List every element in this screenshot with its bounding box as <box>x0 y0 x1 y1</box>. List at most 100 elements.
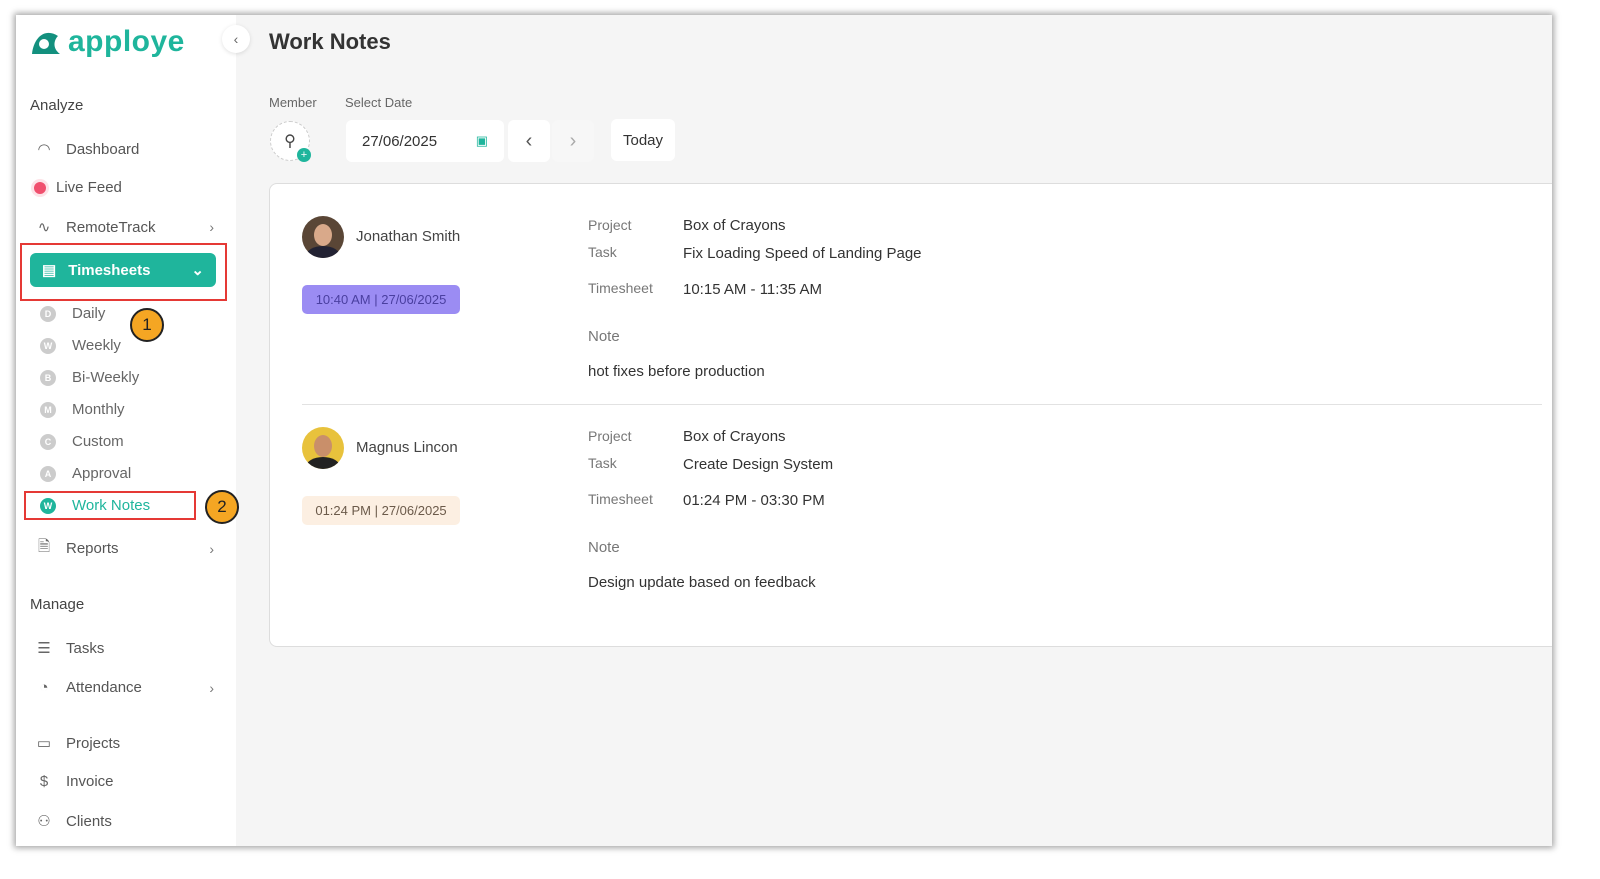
sidebar-item-invoice[interactable]: $ Invoice <box>34 773 214 790</box>
main-content: Work Notes Member Select Date ⚲+ 27/06/2… <box>236 15 1552 846</box>
letter-icon: M <box>40 402 56 418</box>
subitem-label: Custom <box>72 433 124 450</box>
file-icon: ▭ <box>34 734 54 752</box>
chevron-right-icon: › <box>209 541 214 557</box>
sidebar-item-dashboard[interactable]: ◠ Dashboard <box>34 140 214 158</box>
member-name: Jonathan Smith <box>356 228 460 245</box>
letter-icon: B <box>40 370 56 386</box>
apploye-logo-icon <box>30 28 62 56</box>
highlight-box-work-notes <box>24 491 196 520</box>
sidebar-item-tasks[interactable]: ☰ Tasks <box>34 639 214 657</box>
list-icon: ☰ <box>34 639 54 657</box>
app-window: apploye Analyze ◠ Dashboard Live Feed ∿ Re… <box>16 15 1552 846</box>
subitem-label: Approval <box>72 465 131 482</box>
timesheet-label: Timesheet <box>588 491 653 507</box>
avatar <box>302 427 344 469</box>
subitem-label: Weekly <box>72 337 121 354</box>
project-value: Box of Crayons <box>683 217 786 234</box>
sidebar-item-label: Live Feed <box>56 179 122 196</box>
date-value: 27/06/2025 <box>362 133 437 150</box>
collapse-sidebar-button[interactable]: ‹ <box>222 25 250 53</box>
avatar <box>302 216 344 258</box>
user-icon: ⚲ <box>284 131 296 151</box>
letter-icon: A <box>40 466 56 482</box>
sidebar-item-projects[interactable]: ▭ Projects <box>34 734 214 752</box>
timesheet-value: 10:15 AM - 11:35 AM <box>683 281 822 298</box>
subitem-label: Monthly <box>72 401 125 418</box>
logo-text: apploye <box>68 25 185 59</box>
note-label: Note <box>588 539 620 556</box>
sidebar-item-clients[interactable]: ⚇ Clients <box>34 812 214 830</box>
report-icon: 🗎 <box>34 536 54 561</box>
chevron-left-icon: ‹ <box>234 31 239 47</box>
step-marker-1: 1 <box>130 308 164 342</box>
sidebar-item-label: Invoice <box>66 773 114 790</box>
sidebar-subitem-custom[interactable]: C Custom <box>40 433 124 450</box>
subitem-label: Daily <box>72 305 105 322</box>
calendar-icon: ▣ <box>476 133 488 149</box>
section-manage: Manage <box>30 596 84 613</box>
sidebar-item-attendance[interactable]: ◔ Attendance › <box>34 679 214 696</box>
member-select-button[interactable]: ⚲+ <box>270 121 310 161</box>
project-value: Box of Crayons <box>683 428 786 445</box>
note-label: Note <box>588 328 620 345</box>
sidebar-item-remotetrack[interactable]: ∿ RemoteTrack › <box>34 218 214 236</box>
date-label: Select Date <box>345 95 412 110</box>
divider <box>302 404 1542 405</box>
pulse-icon: ∿ <box>34 218 54 236</box>
sidebar-item-reports[interactable]: 🗎 Reports › <box>34 536 214 561</box>
chevron-left-icon: ‹ <box>526 130 533 153</box>
task-label: Task <box>588 244 617 260</box>
timesheet-value: 01:24 PM - 03:30 PM <box>683 492 825 509</box>
project-label: Project <box>588 217 632 233</box>
chevron-right-icon: › <box>570 130 577 153</box>
client-icon: ⚇ <box>34 812 54 830</box>
note-text: Design update based on feedback <box>588 574 816 591</box>
work-notes-card: Jonathan Smith 10:40 AM | 27/06/2025 Pro… <box>269 183 1552 647</box>
sidebar-item-label: Projects <box>66 735 120 752</box>
check-circle-icon: ◔ <box>34 679 54 696</box>
sidebar-subitem-weekly[interactable]: W Weekly <box>40 337 121 354</box>
sidebar-item-label: Tasks <box>66 640 104 657</box>
chevron-right-icon: › <box>209 680 214 696</box>
sidebar: apploye Analyze ◠ Dashboard Live Feed ∿ Re… <box>16 15 236 846</box>
sidebar-item-live-feed[interactable]: Live Feed <box>34 179 214 196</box>
next-date-button[interactable]: › <box>552 120 594 162</box>
page-title: Work Notes <box>269 29 391 55</box>
member-label: Member <box>269 95 317 110</box>
subitem-label: Bi-Weekly <box>72 369 139 386</box>
step-marker-2: 2 <box>205 490 239 524</box>
sidebar-item-label: Clients <box>66 813 112 830</box>
task-value: Create Design System <box>683 456 833 473</box>
date-input[interactable]: 27/06/2025 ▣ <box>346 120 504 162</box>
sidebar-item-label: Dashboard <box>66 141 139 158</box>
chevron-right-icon: › <box>209 219 214 235</box>
note-text: hot fixes before production <box>588 363 765 380</box>
task-label: Task <box>588 455 617 471</box>
letter-icon: C <box>40 434 56 450</box>
live-dot-icon <box>34 182 46 194</box>
project-label: Project <box>588 428 632 444</box>
task-value: Fix Loading Speed of Landing Page <box>683 245 922 262</box>
member-name: Magnus Lincon <box>356 439 458 456</box>
sidebar-item-label: RemoteTrack <box>66 219 155 236</box>
note-timestamp-badge: 01:24 PM | 27/06/2025 <box>302 496 460 525</box>
letter-icon: D <box>40 306 56 322</box>
previous-date-button[interactable]: ‹ <box>508 120 550 162</box>
sidebar-subitem-bi-weekly[interactable]: B Bi-Weekly <box>40 369 139 386</box>
note-timestamp-badge: 10:40 AM | 27/06/2025 <box>302 285 460 314</box>
timesheet-label: Timesheet <box>588 280 653 296</box>
sidebar-subitem-daily[interactable]: D Daily <box>40 305 105 322</box>
today-button[interactable]: Today <box>611 119 675 161</box>
plus-icon: + <box>297 148 311 162</box>
highlight-box-timesheets <box>20 243 227 301</box>
letter-icon: W <box>40 338 56 354</box>
gauge-icon: ◠ <box>34 140 54 158</box>
logo[interactable]: apploye <box>30 25 185 59</box>
section-analyze: Analyze <box>30 97 83 114</box>
sidebar-subitem-approval[interactable]: A Approval <box>40 465 131 482</box>
sidebar-item-label: Attendance <box>66 679 142 696</box>
invoice-icon: $ <box>34 773 54 790</box>
sidebar-item-label: Reports <box>66 540 119 557</box>
sidebar-subitem-monthly[interactable]: M Monthly <box>40 401 125 418</box>
